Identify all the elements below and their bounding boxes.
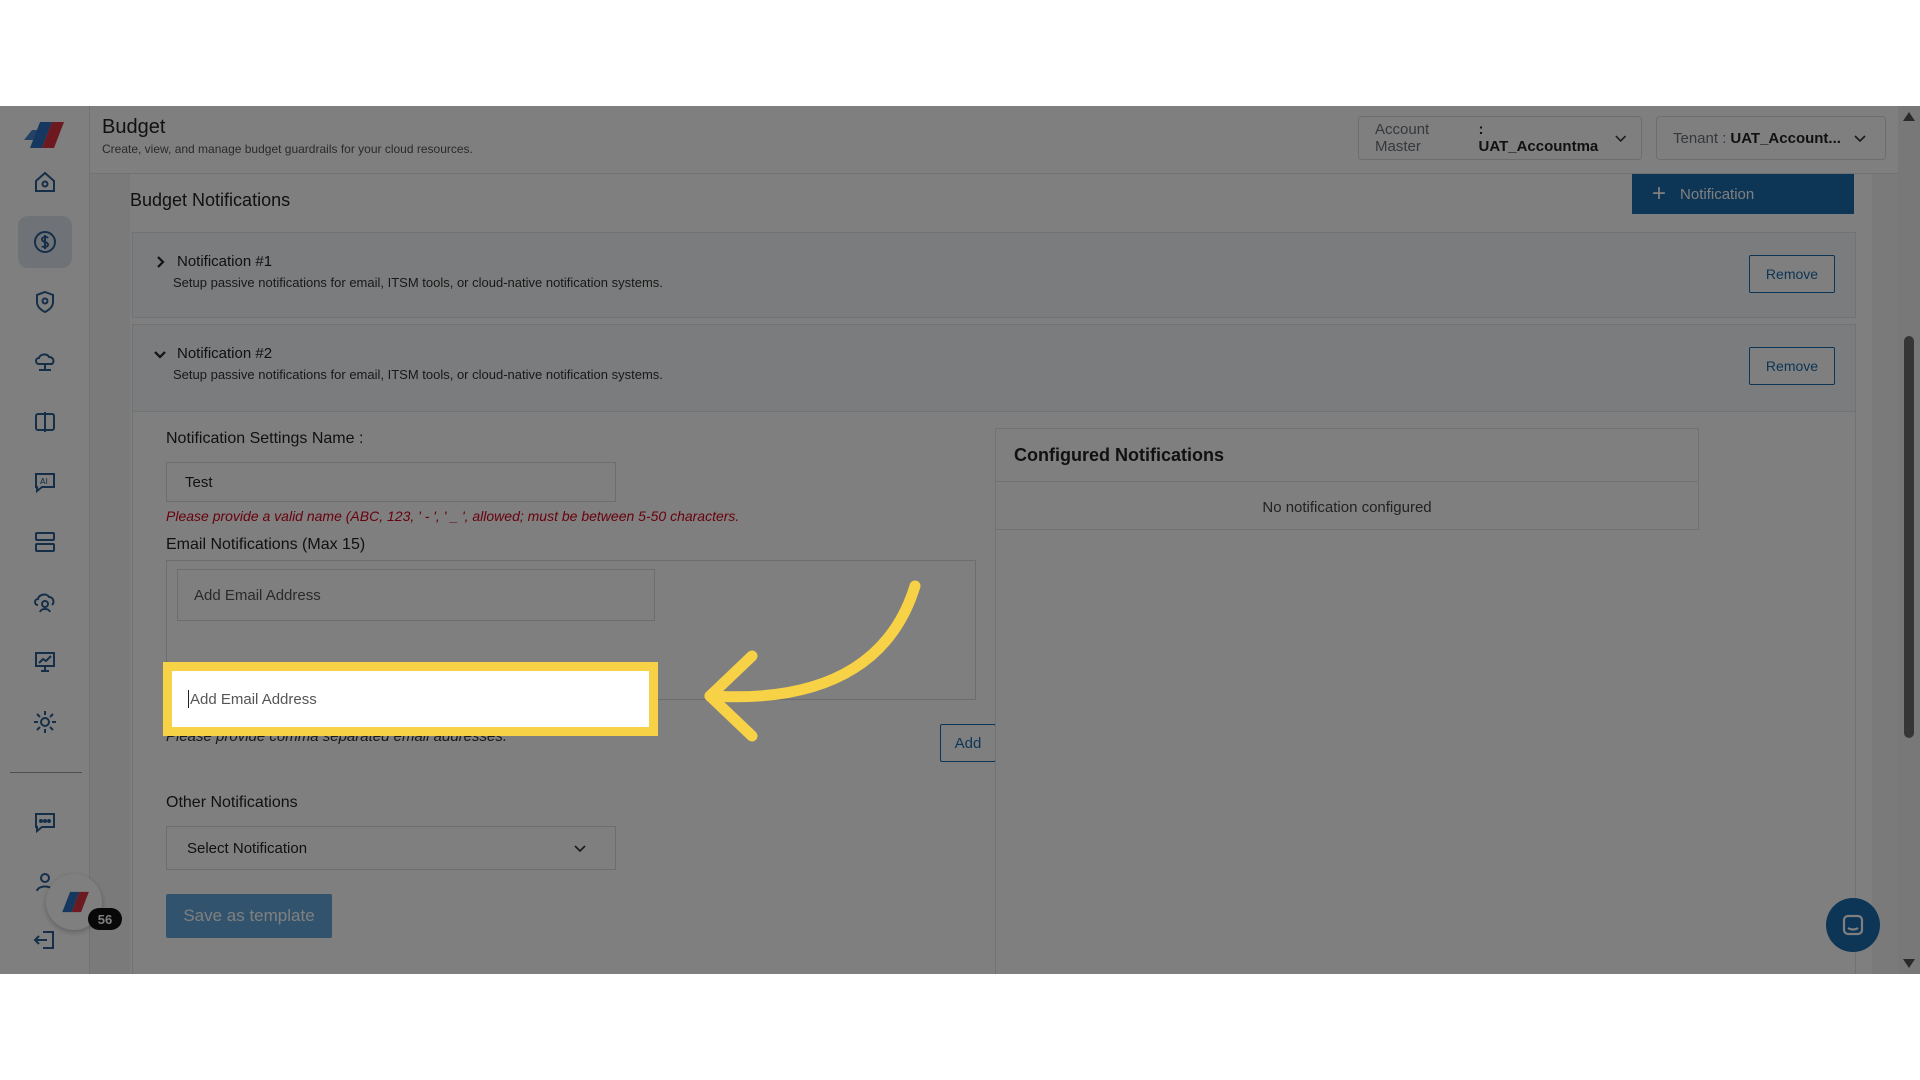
configured-notifications-panel: Configured Notifications No notification… [995, 428, 1699, 530]
ai-chat-icon: AI [35, 473, 55, 494]
home-icon [35, 171, 55, 192]
sidebar-item-feedback[interactable] [18, 796, 72, 848]
main-content: Budget Notifications + Notification Noti… [130, 174, 1872, 974]
sidebar-item-cloud[interactable] [18, 336, 72, 388]
panel-divider [995, 530, 996, 974]
cloud-user-icon [34, 593, 55, 613]
tenant-select[interactable]: Tenant : UAT_Account... [1656, 116, 1886, 160]
save-as-template-button[interactable]: Save as template [166, 894, 332, 938]
chevron-right-icon [157, 255, 165, 268]
top-bar: Budget Create, view, and manage budget g… [90, 106, 1920, 174]
email-notifications-label: Email Notifications (Max 15) [166, 536, 366, 553]
notification-header-1[interactable]: Notification #1 [153, 253, 272, 270]
cloud-network-icon [35, 353, 55, 371]
settings-name-error: Please provide a valid name (ABC, 123, '… [166, 508, 740, 524]
chevron-down-icon [1854, 135, 1866, 143]
email-input[interactable] [177, 569, 655, 621]
add-email-button[interactable]: Add [940, 724, 996, 762]
other-notifications-label: Other Notifications [166, 794, 298, 811]
configured-notifications-title: Configured Notifications [1014, 445, 1224, 465]
sidebar: AI 56 [0, 106, 122, 974]
scroll-thumb[interactable] [1904, 336, 1914, 738]
email-input-placeholder: Add Email Address [190, 690, 317, 708]
other-notification-value: Select Notification [187, 839, 308, 857]
chat-settings-icon [35, 813, 55, 834]
notification-header-2[interactable]: Notification #2 [153, 345, 272, 362]
chat-icon [1842, 914, 1864, 936]
tutorial-arrow-icon [704, 580, 921, 742]
compare-icon [35, 412, 55, 432]
sidebar-item-security[interactable] [18, 276, 72, 328]
page-subtitle: Create, view, and manage budget guardrai… [102, 142, 473, 156]
notification-card-1: Notification #1 Setup passive notificati… [132, 232, 1856, 318]
app-window: AI 56 Budget Create, view, and manage bu… [0, 106, 1920, 974]
chevron-down-icon [154, 350, 166, 359]
remove-notification-1-button[interactable]: Remove [1749, 255, 1835, 293]
presentation-icon [35, 652, 55, 672]
page-title: Budget [102, 116, 166, 138]
sidebar-item-ai[interactable]: AI [18, 456, 72, 508]
notification-title-1: Notification #1 [177, 253, 273, 270]
tutorial-highlight: Add Email Address [163, 662, 658, 736]
logout-icon [33, 931, 54, 949]
add-notification-label: Notification [1680, 185, 1755, 203]
settings-name-input[interactable] [166, 462, 616, 502]
sidebar-item-server[interactable] [18, 516, 72, 568]
plus-icon: + [1652, 180, 1667, 207]
gear-icon [34, 711, 56, 733]
section-title: Budget Notifications [130, 190, 291, 210]
scroll-up-icon[interactable] [1903, 112, 1915, 121]
add-notification-button[interactable]: + Notification [1632, 174, 1854, 214]
tenant-value: UAT_Account... [1730, 129, 1841, 147]
sidebar-divider [10, 772, 82, 773]
account-master-value: : UAT_Accountma [1478, 121, 1599, 155]
chevron-down-icon [1615, 135, 1626, 142]
dollar-icon [34, 231, 56, 253]
remove-notification-2-button[interactable]: Remove [1749, 347, 1835, 385]
help-chat-button[interactable] [1826, 898, 1880, 952]
brand-logo-icon [62, 891, 89, 913]
sidebar-item-home[interactable] [18, 156, 72, 208]
panel-divider [996, 481, 1698, 482]
assistant-count-badge: 56 [88, 908, 122, 930]
configured-notifications-empty: No notification configured [1262, 499, 1432, 516]
settings-name-label: Notification Settings Name : [166, 430, 364, 447]
notification-card-2: Notification #2 Setup passive notificati… [132, 324, 1856, 412]
notification-title-2: Notification #2 [177, 345, 273, 362]
account-master-label: Account Master [1375, 121, 1430, 155]
notification-description-2: Setup passive notifications for email, I… [173, 367, 663, 382]
sidebar-item-cloud-user[interactable] [18, 576, 72, 628]
page-scrollbar[interactable] [1898, 106, 1920, 974]
server-icon [35, 532, 55, 552]
other-notification-select[interactable]: Select Notification [166, 826, 616, 870]
text-caret [188, 690, 189, 708]
sidebar-item-reports[interactable] [18, 636, 72, 688]
account-master-select[interactable]: Account Master : UAT_Accountma [1358, 116, 1642, 160]
scroll-down-icon[interactable] [1903, 959, 1915, 968]
notification-description-1: Setup passive notifications for email, I… [173, 275, 663, 290]
shield-location-icon [36, 290, 54, 314]
tenant-label: Tenant : [1673, 129, 1727, 147]
brand-logo-icon[interactable] [22, 120, 68, 150]
email-input-highlighted[interactable]: Add Email Address [172, 671, 649, 727]
sidebar-item-budget[interactable] [18, 216, 72, 268]
sidebar-item-settings[interactable] [18, 696, 72, 748]
svg-text:AI: AI [40, 477, 48, 486]
chevron-down-icon [574, 845, 586, 853]
sidebar-item-compare[interactable] [18, 396, 72, 448]
